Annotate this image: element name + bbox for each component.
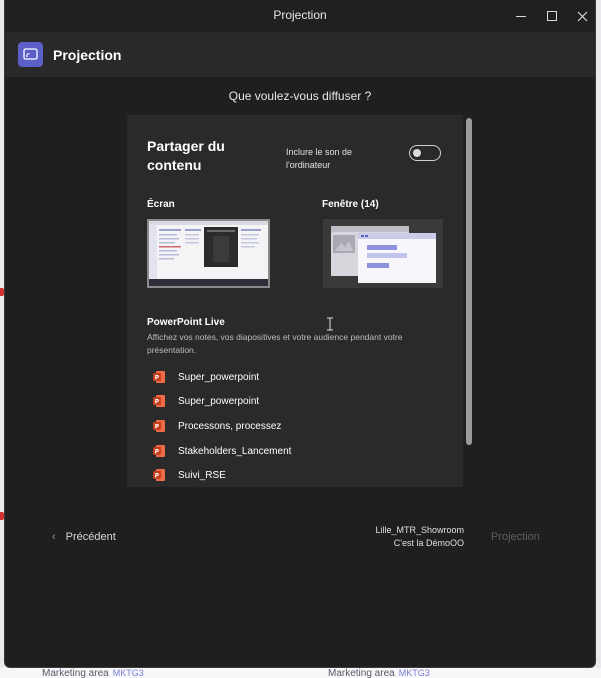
powerpoint-live-title: PowerPoint Live: [147, 317, 225, 328]
minimize-icon: [516, 15, 526, 17]
powerpoint-file-item[interactable]: P Super_powerpoint: [152, 367, 412, 387]
chevron-left-icon: ‹: [52, 531, 56, 543]
window-share-thumbnail[interactable]: [323, 219, 443, 288]
powerpoint-file-icon: P: [153, 371, 165, 383]
previous-label: Précédent: [65, 531, 116, 543]
powerpoint-live-description: Affichez vos notes, vos diapositives et …: [147, 332, 403, 355]
svg-text:P: P: [155, 424, 160, 431]
powerpoint-file-item[interactable]: P Stakeholders_Lancement: [152, 441, 412, 461]
powerpoint-file-icon: P: [153, 445, 165, 457]
close-button[interactable]: [566, 0, 595, 32]
meeting-name: C'est la DémoOO: [393, 538, 464, 548]
panel-scrollbar[interactable]: [466, 118, 472, 445]
close-icon: [577, 11, 587, 21]
cast-screen-icon: [18, 42, 43, 67]
window-section-label: Fenêtre (14): [322, 199, 379, 210]
powerpoint-file-item[interactable]: P Super_powerpoint: [152, 391, 412, 411]
share-content-panel: Partager du contenu Inclure le son de l'…: [127, 115, 463, 487]
svg-text:P: P: [155, 473, 160, 480]
powerpoint-file-icon: P: [153, 469, 165, 481]
previous-button[interactable]: ‹ Précédent: [52, 531, 116, 543]
background-room-label: Marketing area MKTG3: [42, 668, 144, 678]
include-sound-toggle[interactable]: [409, 145, 441, 161]
maximize-button[interactable]: [536, 0, 568, 32]
file-name: Suivi_RSE: [178, 469, 226, 481]
svg-text:P: P: [155, 399, 160, 406]
file-name: Stakeholders_Lancement: [178, 445, 292, 457]
dialog-header-title: Projection: [53, 47, 122, 63]
include-sound-label: Inclure le son de l'ordinateur: [286, 147, 353, 170]
powerpoint-file-icon: P: [153, 420, 165, 432]
window-preview-image: [323, 219, 443, 288]
background-room-label: Marketing area MKTG3: [328, 668, 430, 678]
panel-title: Partager du contenu: [147, 138, 225, 173]
screen-preview-image: [149, 221, 268, 286]
svg-text:P: P: [155, 449, 160, 456]
file-name: Super_powerpoint: [178, 395, 260, 407]
minimize-button[interactable]: [505, 0, 537, 32]
title-bar: Projection: [5, 0, 595, 32]
project-button[interactable]: Projection: [491, 531, 540, 543]
dialog-header: Projection: [5, 32, 595, 77]
file-name: Super_powerpoint: [178, 371, 260, 383]
svg-text:P: P: [155, 375, 160, 382]
powerpoint-file-icon: P: [153, 395, 165, 407]
powerpoint-file-item[interactable]: P Suivi_RSE: [152, 465, 412, 485]
maximize-icon: [547, 11, 557, 21]
projection-dialog: Projection Projection Que voulez-vous di…: [4, 0, 596, 668]
toggle-knob: [413, 149, 421, 157]
share-question: Que voulez-vous diffuser ?: [228, 89, 372, 103]
file-name: Processons, processez: [178, 420, 282, 432]
powerpoint-file-item[interactable]: P Processons, processez: [152, 416, 412, 436]
screen-share-thumbnail[interactable]: [147, 219, 270, 288]
background-app-right: [596, 0, 601, 678]
room-name: Lille_MTR_Showroom: [375, 525, 464, 535]
screen-section-label: Écran: [147, 199, 175, 210]
text-cursor-icon: [327, 317, 333, 331]
